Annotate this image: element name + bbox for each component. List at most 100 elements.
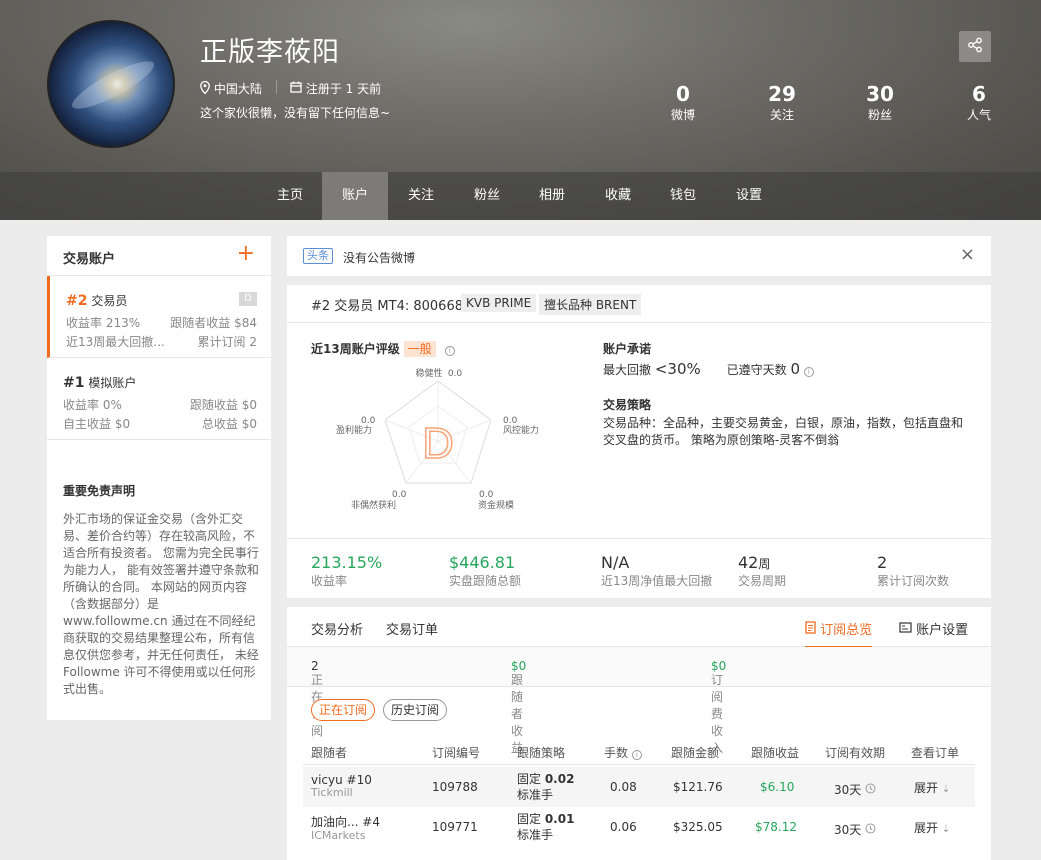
max-drawdown-value: <30% (654, 360, 701, 378)
summary-subs-label: 累计订阅次数 (877, 574, 950, 588)
validity-text: 30天 (834, 823, 862, 837)
grade-letter: D (422, 419, 454, 468)
summary-subs-value: 2 (877, 553, 888, 572)
account-row: 收益率 0% 跟随收益 $0 (63, 396, 257, 413)
nav-following[interactable]: 关注 (388, 172, 454, 220)
stat-value: 30 (866, 82, 894, 106)
col-lots: 手数 i (604, 744, 642, 761)
info-icon[interactable]: i (444, 346, 455, 356)
summary-drawdown-label: 近13周净值最大回撤 (601, 574, 713, 588)
follower-name: vicyu #10 (311, 773, 372, 787)
summary-period-unit: 周 (758, 557, 771, 571)
lots: 0.06 (610, 820, 637, 834)
account-follower-profit: 跟随者收益 $84 (170, 316, 257, 330)
disclaimer-title: 重要免责声明 (63, 484, 136, 498)
nav-home[interactable]: 主页 (257, 172, 323, 220)
clock-icon (865, 823, 876, 837)
stat-active-subs: 正在订阅 2 (311, 659, 323, 738)
clock-icon (865, 783, 876, 797)
disclaimer-body: 外汇市场的保证金交易（含外汇交易、差价合约等）存在较高风险，不适合所有投资者。 … (63, 512, 259, 696)
strategy-cell: 固定 0.01 标准手 (517, 811, 574, 843)
expand-button[interactable]: 展开 ⇣ (914, 819, 950, 836)
table-row: vicyu #10 Tickmill 109788 固定 0.02 标准手 0.08… (303, 767, 975, 807)
location-pin-icon (200, 80, 210, 97)
nav-album[interactable]: 相册 (519, 172, 585, 220)
nav-settings[interactable]: 设置 (716, 172, 782, 220)
strategy-unit: 标准手 (517, 828, 554, 842)
stat-follower-profit: 跟随者收益 $0 (511, 659, 526, 755)
tab-account-settings[interactable]: 账户设置 (899, 619, 968, 638)
radar-value-risk: 0.0 (503, 416, 518, 426)
stat-fans[interactable]: 30 粉丝 (840, 82, 920, 124)
strategy-value: 0.02 (544, 772, 575, 786)
trading-strategy: 交易策略 交易品种：全品种，主要交易黄金，白银，原油，指数，包括直盘和交叉盘的货… (603, 396, 973, 449)
follower-cell[interactable]: 加油向... #4 ICMarkets (311, 813, 380, 842)
registered-text: 注册于 1 天前 (305, 82, 382, 96)
subscription-stats: 正在订阅 2 跟随者收益 $0 订阅费收入 $0 (287, 647, 991, 755)
account-title: #2 交易员 (66, 292, 127, 309)
summary-return-label: 收益率 (311, 574, 348, 588)
location: 中国大陆 (200, 80, 262, 97)
radar-label-risk: 风控能力 (503, 424, 539, 436)
nav-wallet[interactable]: 钱包 (650, 172, 716, 220)
radar-label-capital: 资金规模 (478, 499, 514, 511)
account-return: 收益率 213% (66, 316, 141, 330)
filter-active-button[interactable]: 正在订阅 (311, 699, 376, 721)
tab-trade-orders[interactable]: 交易订单 (386, 619, 438, 638)
avatar[interactable] (47, 20, 175, 148)
user-name: 正版李莜阳 (200, 37, 340, 68)
strategy-prefix: 固定 (517, 812, 545, 826)
strategy-value: 0.01 (544, 812, 575, 826)
strategy-unit: 标准手 (517, 788, 554, 802)
account-title: #1 模拟账户 (63, 374, 136, 391)
divider (276, 80, 277, 94)
nav-account[interactable]: 账户 (322, 172, 388, 220)
divider (287, 538, 991, 539)
follower-cell[interactable]: vicyu #10 Tickmill (311, 773, 372, 799)
validity: 30天 (834, 781, 876, 798)
follower-broker: Tickmill (311, 786, 353, 799)
subscriptions-card: 交易分析 交易订单 订阅总览 账户设置 正在订阅 2 跟随者收益 $0 订阅费收… (287, 607, 991, 860)
nav-favorites[interactable]: 收藏 (585, 172, 651, 220)
share-button[interactable] (959, 31, 991, 62)
stat-label: 微博 (670, 108, 695, 122)
profit: $6.10 (760, 780, 795, 794)
rating-label: 近13周账户评级 (311, 342, 400, 356)
stat-weibo[interactable]: 0 微博 (643, 82, 723, 124)
radar-label-nonrandom: 非偶然获利 (351, 499, 396, 511)
nav-fans[interactable]: 粉丝 (454, 172, 520, 220)
table-header: 跟随者 订阅编号 跟随策略 手数 i 跟随金额 跟随收益 订阅有效期 查看订单 (303, 737, 975, 765)
summary-period-label: 交易周期 (738, 574, 787, 588)
expand-label: 展开 (914, 821, 939, 835)
stat-popularity[interactable]: 6 人气 (939, 82, 1019, 124)
chevron-down-icon: ⇣ (941, 824, 951, 835)
tab-trade-analysis[interactable]: 交易分析 (311, 619, 363, 638)
sub-id: 109771 (432, 820, 478, 834)
bio: 这个家伙很懒，没有留下任何信息~ (200, 106, 391, 120)
stat-following[interactable]: 29 关注 (742, 82, 822, 124)
document-icon (805, 621, 816, 638)
days-value: 0 (790, 360, 800, 378)
account-item-1[interactable]: #1 模拟账户 收益率 0% 跟随收益 $0 自主收益 $0 总收益 $0 (47, 358, 271, 440)
account-follow-profit: 跟随收益 $0 (189, 398, 257, 412)
filter-history-button[interactable]: 历史订阅 (383, 699, 448, 721)
account-item-2[interactable]: #2 交易员 D 收益率 213% 跟随者收益 $84 近13周最大回撤... 累计… (47, 276, 271, 358)
headline-tag: 头条 (303, 248, 333, 264)
col-view-orders: 查看订单 (911, 746, 960, 760)
summary-follow-total-value: $446.81 (449, 553, 516, 572)
col-validity: 订阅有效期 (825, 746, 886, 760)
info-icon[interactable]: i (631, 750, 642, 760)
lots: 0.08 (610, 780, 637, 794)
registered: 注册于 1 天前 (290, 80, 381, 97)
close-icon[interactable]: × (960, 246, 975, 264)
tab-subscription-overview[interactable]: 订阅总览 (805, 619, 873, 648)
days-label: 已遵守天数 (726, 363, 787, 377)
col-strategy: 跟随策略 (517, 746, 566, 760)
radar-label-stability: 稳健性 (415, 367, 442, 379)
summary-return-value: 213.15% (311, 553, 383, 572)
stat-value: 0 (676, 82, 690, 106)
plus-icon[interactable]: + (237, 242, 255, 266)
strategy-text: 交易品种：全品种，主要交易黄金，白银，原油，指数，包括直盘和交叉盘的货币。 策略… (603, 416, 964, 447)
expand-button[interactable]: 展开 ⇣ (914, 779, 950, 796)
info-icon[interactable]: i (803, 367, 814, 377)
